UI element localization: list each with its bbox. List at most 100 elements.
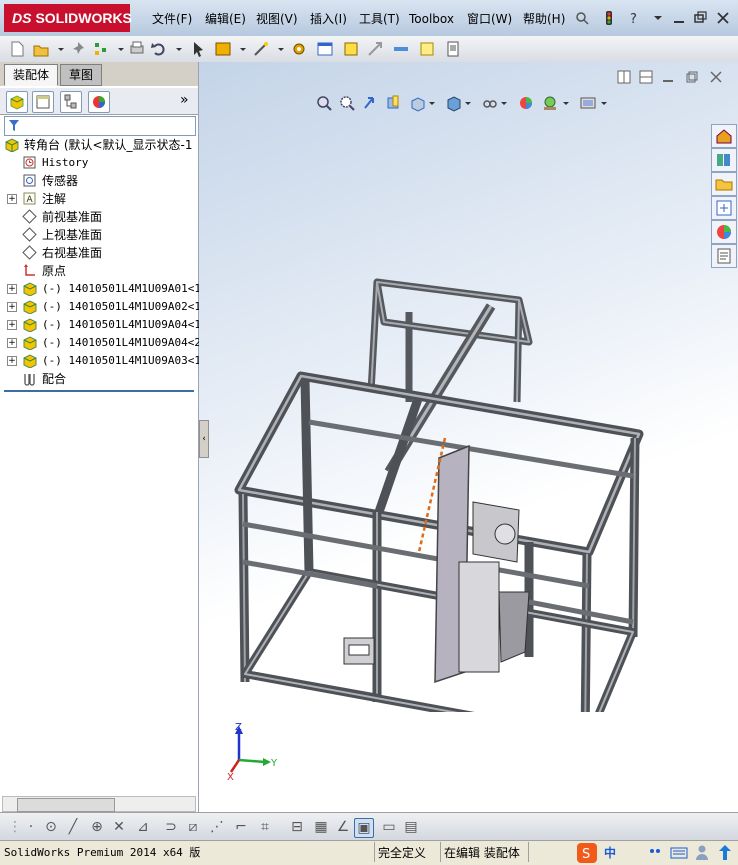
half-width-moon-icon[interactable] bbox=[626, 842, 642, 864]
magic-wand-icon[interactable] bbox=[252, 40, 270, 58]
graphics-area[interactable]: Z Y X bbox=[199, 62, 738, 812]
design-library-icon[interactable] bbox=[711, 148, 737, 172]
punctuation-icon[interactable] bbox=[648, 842, 662, 864]
center-point-icon[interactable]: ⊕ bbox=[88, 818, 106, 836]
menu-toolbox[interactable]: Toolbox bbox=[409, 10, 454, 28]
solidworks-resources-icon[interactable] bbox=[711, 124, 737, 148]
chevron-down-icon[interactable] bbox=[272, 40, 290, 58]
3d-sketch-icon[interactable]: ▣ bbox=[354, 818, 374, 838]
solidworks-logo[interactable]: DS SOLIDWORKS bbox=[4, 4, 132, 32]
edit-appearance-icon[interactable] bbox=[517, 94, 535, 112]
tree-expand-toggle[interactable]: + bbox=[7, 320, 17, 330]
scrollbar-thumb[interactable] bbox=[17, 798, 115, 812]
menu-view[interactable]: 视图(V) bbox=[256, 10, 298, 28]
appearances-icon[interactable] bbox=[711, 220, 737, 244]
custom-properties-icon[interactable] bbox=[711, 244, 737, 268]
menu-edit[interactable]: 编辑(E) bbox=[205, 10, 246, 28]
display-style-icon[interactable] bbox=[445, 94, 463, 112]
chevron-down-icon[interactable] bbox=[234, 40, 252, 58]
rebuild-icon[interactable] bbox=[214, 40, 232, 58]
tree-expand-toggle[interactable]: + bbox=[7, 194, 17, 204]
component-properties-icon[interactable] bbox=[342, 40, 360, 58]
apply-scene-icon[interactable] bbox=[541, 94, 559, 112]
viewport-close-icon[interactable] bbox=[709, 70, 723, 84]
assembly-tree-icon[interactable] bbox=[92, 40, 110, 58]
undo-icon[interactable] bbox=[150, 40, 168, 58]
menu-tools[interactable]: 工具(T) bbox=[359, 10, 400, 28]
zoom-to-area-icon[interactable] bbox=[338, 94, 356, 112]
tab-sketch[interactable]: 草图 bbox=[60, 64, 103, 86]
chevron-down-icon[interactable] bbox=[599, 94, 609, 112]
window-icon[interactable] bbox=[316, 40, 334, 58]
spline-icon[interactable]: ⌗ bbox=[256, 818, 274, 836]
viewport-restore-icon[interactable] bbox=[685, 70, 699, 84]
extend-icon[interactable]: ⊿ bbox=[134, 818, 152, 836]
menu-file[interactable]: 文件(F) bbox=[152, 10, 192, 28]
sogou-ime-icon[interactable]: S bbox=[576, 842, 598, 864]
menu-help[interactable]: 帮助(H) bbox=[523, 10, 565, 28]
filter-box[interactable] bbox=[4, 116, 196, 136]
view-orientation-icon[interactable] bbox=[409, 94, 427, 112]
restore-icon[interactable] bbox=[692, 10, 708, 26]
view-palette-icon[interactable] bbox=[711, 196, 737, 220]
assembly-3d-model[interactable] bbox=[229, 262, 689, 712]
search-commands-icon[interactable] bbox=[574, 10, 590, 26]
display-manager-icon[interactable] bbox=[88, 91, 110, 113]
zoom-to-fit-icon[interactable] bbox=[315, 94, 333, 112]
viewport-minimize-icon[interactable] bbox=[661, 70, 675, 84]
chevron-down-icon[interactable] bbox=[427, 94, 437, 112]
file-properties-icon[interactable] bbox=[444, 40, 462, 58]
section-icon[interactable]: ▭ bbox=[380, 818, 398, 836]
chevron-down-icon[interactable] bbox=[561, 94, 571, 112]
trim-icon[interactable]: ✕ bbox=[110, 818, 128, 836]
expand-panel-arrow[interactable]: » bbox=[180, 92, 189, 108]
tree-expand-toggle[interactable]: + bbox=[7, 338, 17, 348]
keyboard-icon[interactable] bbox=[670, 842, 688, 864]
point-icon[interactable]: · bbox=[22, 818, 40, 836]
tree-expand-toggle[interactable]: + bbox=[7, 284, 17, 294]
ime-chinese-mode[interactable]: 中 bbox=[604, 842, 616, 864]
file-explorer-icon[interactable] bbox=[711, 172, 737, 196]
circle-icon[interactable]: ⊙ bbox=[42, 818, 60, 836]
split-view-icon[interactable] bbox=[617, 70, 631, 84]
chevron-down-icon[interactable] bbox=[170, 40, 188, 58]
menu-window[interactable]: 窗口(W) bbox=[467, 10, 512, 28]
menu-insert[interactable]: 插入(I) bbox=[310, 10, 347, 28]
rebuild-traffic-light-icon[interactable] bbox=[601, 10, 617, 26]
panel-collapse-handle[interactable]: ‹ bbox=[199, 420, 209, 458]
corner-icon[interactable]: ⌐ bbox=[232, 818, 250, 836]
tree-rollback-bar[interactable] bbox=[4, 390, 194, 392]
section-view-icon[interactable] bbox=[385, 94, 403, 112]
close-icon[interactable] bbox=[715, 10, 731, 26]
options-gear-icon[interactable] bbox=[290, 40, 308, 58]
hide-show-items-icon[interactable] bbox=[481, 94, 499, 112]
mirror-icon[interactable]: ⧄ bbox=[184, 818, 202, 836]
tree-expand-toggle[interactable]: + bbox=[7, 356, 17, 366]
pin-icon[interactable] bbox=[70, 40, 88, 58]
grid-icon[interactable]: ▦ bbox=[312, 818, 330, 836]
new-document-icon[interactable] bbox=[8, 40, 26, 58]
print-icon[interactable] bbox=[128, 40, 146, 58]
chevron-down-icon[interactable] bbox=[499, 94, 509, 112]
smart-dimension-icon[interactable]: ⊟ bbox=[288, 818, 306, 836]
table-icon[interactable]: ▤ bbox=[402, 818, 420, 836]
split-view-vertical-icon[interactable] bbox=[639, 70, 653, 84]
configuration-manager-icon[interactable] bbox=[60, 91, 82, 113]
select-icon[interactable] bbox=[190, 40, 208, 58]
tab-assembly[interactable]: 装配体 bbox=[4, 64, 59, 86]
previous-view-icon[interactable] bbox=[361, 94, 379, 112]
horizontal-scrollbar[interactable] bbox=[2, 796, 196, 812]
help-question-icon[interactable]: ? bbox=[626, 10, 642, 26]
line-icon[interactable]: ╱ bbox=[64, 818, 82, 836]
view-settings-icon[interactable] bbox=[579, 94, 597, 112]
move-component-icon[interactable] bbox=[366, 40, 384, 58]
angle-icon[interactable]: ∠ bbox=[334, 818, 352, 836]
tree-expand-toggle[interactable]: + bbox=[7, 302, 17, 312]
chevron-down-icon[interactable] bbox=[463, 94, 473, 112]
offset-icon[interactable]: ⊃ bbox=[162, 818, 180, 836]
measure-icon[interactable] bbox=[392, 40, 410, 58]
feature-tree-icon[interactable] bbox=[6, 91, 28, 113]
user-icon[interactable] bbox=[694, 842, 710, 864]
sketch-slot-icon[interactable]: ⋰ bbox=[208, 818, 226, 836]
ime-settings-icon[interactable] bbox=[716, 842, 734, 864]
